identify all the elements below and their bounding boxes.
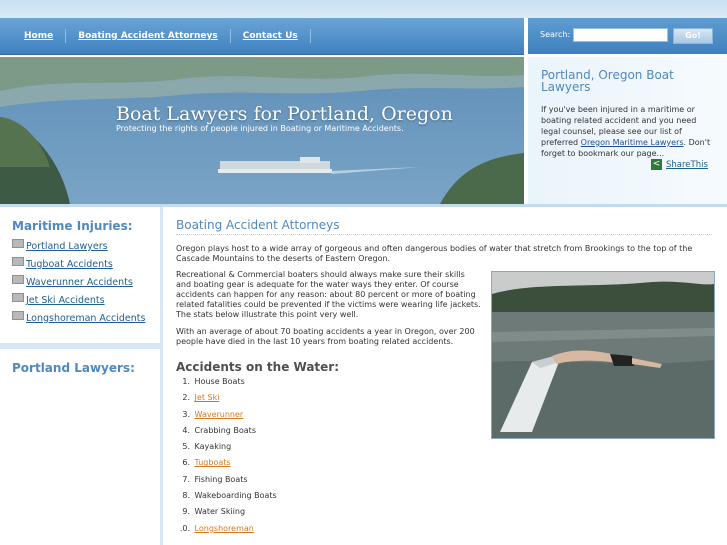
- nav-link-boating-accident-attorneys[interactable]: Boating Accident Attorneys: [78, 31, 218, 41]
- sidebar-item-jet-ski-accidents: Jet Ski Accidents: [12, 293, 145, 306]
- list-number: 4.: [182, 425, 190, 435]
- hero-title: Boat Lawyers for Portland, Oregon: [116, 103, 453, 125]
- right-panel-text: If you've been injured in a maritime or …: [541, 104, 713, 159]
- list-number: 2.: [182, 393, 190, 403]
- safety-paragraph: Recreational & Commercial boaters should…: [176, 270, 481, 319]
- accidents-list: 1. House Boats 2. Jet Ski 3. Waverunner …: [176, 377, 277, 540]
- nav-item-home: Home: [12, 29, 67, 43]
- hero-subtitle: Protecting the rights of people injured …: [116, 124, 404, 133]
- sidebar-list: Portland Lawyers Tugboat Accidents Waver…: [12, 239, 145, 329]
- sidebar: Maritime Injuries: Portland Lawyers Tugb…: [0, 207, 163, 545]
- sidebar-item-waverunner-accidents: Waverunner Accidents: [12, 275, 145, 288]
- folder-icon: [12, 257, 24, 266]
- list-item: 3. Waverunner: [176, 410, 277, 426]
- folder-icon: [12, 293, 24, 302]
- list-item: 8. Wakeboarding Boats: [176, 491, 277, 507]
- main-content: Boating Accident Attorneys Oregon plays …: [176, 218, 712, 533]
- hero-banner: Boat Lawyers for Portland, Oregon Protec…: [0, 57, 524, 204]
- accident-link-longshoreman[interactable]: Longshoreman: [195, 524, 254, 533]
- list-number: 8.: [182, 491, 190, 501]
- accident-wakeboarding-boats: Wakeboarding Boats: [194, 491, 277, 501]
- sidebar-item-portland-lawyers: Portland Lawyers: [12, 239, 145, 252]
- list-item: 7. Fishing Boats: [176, 475, 277, 491]
- share-icon: <: [651, 159, 662, 170]
- list-item: 1. House Boats: [176, 377, 277, 393]
- stats-paragraph: With an average of about 70 boating acci…: [176, 327, 475, 346]
- folder-icon: [12, 239, 24, 248]
- waterslide-photo: [491, 271, 715, 439]
- search-label: Search:: [540, 30, 571, 39]
- list-item: .0. Longshoreman: [176, 524, 277, 540]
- accident-fishing-boats: Fishing Boats: [194, 474, 248, 484]
- search-bar: Search: Go!: [528, 18, 727, 54]
- list-number: 3.: [182, 409, 190, 419]
- list-number: .0.: [179, 523, 190, 533]
- nav-item-contact-us: Contact Us: [231, 29, 311, 43]
- accident-crabbing-boats: Crabbing Boats: [194, 425, 256, 435]
- list-item: 6. Tugboats: [176, 458, 277, 474]
- list-number: 1.: [182, 377, 190, 386]
- oregon-maritime-lawyers-link[interactable]: Oregon Maritime Lawyers: [581, 138, 684, 147]
- accident-house-boats: House Boats: [194, 377, 245, 386]
- intro-paragraph: Oregon plays host to a wide array of gor…: [176, 244, 693, 263]
- main-nav: Home Boating Accident Attorneys Contact …: [0, 18, 524, 55]
- sharethis-link[interactable]: ShareThis: [666, 160, 708, 170]
- top-strip: [0, 0, 727, 18]
- accident-link-jet-ski[interactable]: Jet Ski: [195, 393, 220, 402]
- list-item: 5. Kayaking: [176, 442, 277, 458]
- search-go-button[interactable]: Go!: [673, 28, 713, 44]
- nav-link-contact-us[interactable]: Contact Us: [243, 31, 298, 41]
- list-number: 9.: [182, 507, 190, 517]
- right-info-panel: Portland, Oregon Boat Lawyers If you've …: [528, 57, 727, 204]
- list-item: 4. Crabbing Boats: [176, 426, 277, 442]
- accident-link-waverunner[interactable]: Waverunner: [195, 410, 244, 419]
- sidebar-link-waverunner-accidents[interactable]: Waverunner Accidents: [26, 277, 133, 288]
- list-item: 2. Jet Ski: [176, 393, 277, 409]
- sidebar-link-portland-lawyers[interactable]: Portland Lawyers: [26, 241, 108, 252]
- sidebar-link-tugboat-accidents[interactable]: Tugboat Accidents: [26, 259, 113, 270]
- accident-water-skiing: Water Skiing: [194, 507, 246, 517]
- sidebar-divider: [0, 343, 160, 349]
- waterslide-image: [492, 272, 714, 438]
- list-number: 6.: [182, 458, 190, 468]
- sharethis-button[interactable]: < ShareThis: [651, 159, 708, 170]
- folder-icon: [12, 311, 24, 320]
- nav-link-home[interactable]: Home: [24, 31, 53, 41]
- accident-kayaking: Kayaking: [194, 442, 232, 452]
- list-item: 9. Water Skiing: [176, 507, 277, 523]
- list-number: 5.: [182, 442, 190, 452]
- accident-link-tugboats[interactable]: Tugboats: [195, 458, 231, 467]
- sidebar-link-longshoreman-accidents[interactable]: Longshoreman Accidents: [26, 313, 145, 324]
- sidebar-link-jet-ski-accidents[interactable]: Jet Ski Accidents: [26, 295, 105, 306]
- page-title: Boating Accident Attorneys: [176, 218, 712, 235]
- nav-item-boating-accident-attorneys: Boating Accident Attorneys: [66, 29, 231, 43]
- folder-icon: [12, 275, 24, 284]
- sidebar-title-portland-lawyers: Portland Lawyers:: [12, 361, 135, 375]
- list-number: 7.: [182, 474, 190, 484]
- search-input[interactable]: [573, 28, 668, 42]
- sidebar-title-maritime-injuries: Maritime Injuries:: [12, 219, 133, 233]
- sidebar-item-longshoreman-accidents: Longshoreman Accidents: [12, 311, 145, 324]
- right-panel-title: Portland, Oregon Boat Lawyers: [541, 68, 674, 94]
- accidents-heading: Accidents on the Water:: [176, 360, 340, 374]
- sidebar-item-tugboat-accidents: Tugboat Accidents: [12, 257, 145, 270]
